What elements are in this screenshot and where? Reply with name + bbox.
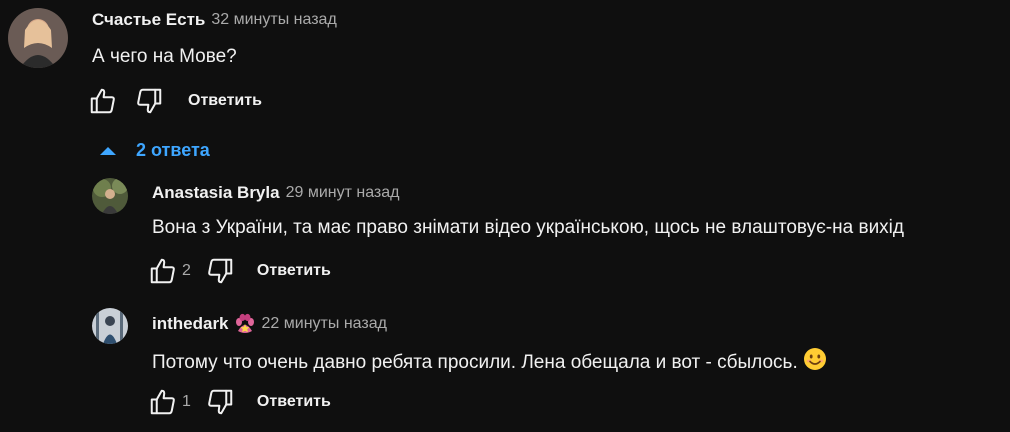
like-button[interactable]: [86, 84, 120, 118]
like-count: 2: [182, 262, 191, 279]
caret-up-icon: [100, 146, 116, 155]
reply-button[interactable]: Ответить: [257, 262, 331, 280]
like-count: 1: [182, 393, 191, 410]
avatar[interactable]: [92, 308, 128, 344]
like-button[interactable]: [146, 385, 180, 419]
thumbs-down-icon: [208, 258, 233, 284]
thumbs-down-icon: [137, 88, 162, 114]
avatar[interactable]: [8, 8, 68, 68]
dislike-button[interactable]: [203, 254, 237, 288]
thumbs-up-icon: [150, 258, 175, 284]
thumbs-down-icon: [208, 389, 233, 415]
replies-toggle-button[interactable]: 2 ответа: [100, 140, 210, 161]
thumbs-up-icon: [150, 389, 175, 415]
dislike-button[interactable]: [132, 84, 166, 118]
comment-text: А чего на Мове?: [92, 46, 237, 67]
comment-actions: Ответить: [86, 84, 262, 118]
reply-actions: 2 Ответить: [146, 254, 331, 288]
comment-header: Счастье Есть 32 минуты назад: [92, 10, 337, 30]
reply-text: Вона з України, та має право знімати від…: [152, 217, 904, 238]
author-name[interactable]: inthedark: [152, 314, 229, 334]
reply-button[interactable]: Ответить: [188, 92, 262, 110]
reply-text-content: Потому что очень давно ребята просили. Л…: [152, 352, 798, 373]
comment-timestamp[interactable]: 29 минут назад: [286, 184, 400, 202]
comment-timestamp[interactable]: 32 минуты назад: [211, 11, 336, 29]
reply-button[interactable]: Ответить: [257, 393, 331, 411]
author-name[interactable]: Счастье Есть: [92, 10, 205, 30]
thumbs-up-icon: [90, 88, 115, 114]
like-button[interactable]: [146, 254, 180, 288]
smiling-face-emoji: [803, 347, 827, 377]
replies-count-label: 2 ответа: [136, 140, 210, 160]
comment-timestamp[interactable]: 22 минуты назад: [262, 315, 387, 333]
reply-actions: 1 Ответить: [146, 385, 331, 419]
reply-header: Anastasia Bryla 29 минут назад: [152, 183, 400, 203]
author-name[interactable]: Anastasia Bryla: [152, 183, 280, 203]
paw-badge-icon: [234, 313, 256, 335]
dislike-button[interactable]: [203, 385, 237, 419]
avatar[interactable]: [92, 178, 128, 214]
reply-header: inthedark 22 минуты назад: [152, 313, 387, 335]
reply-text: Потому что очень давно ребята просили. Л…: [152, 347, 827, 377]
